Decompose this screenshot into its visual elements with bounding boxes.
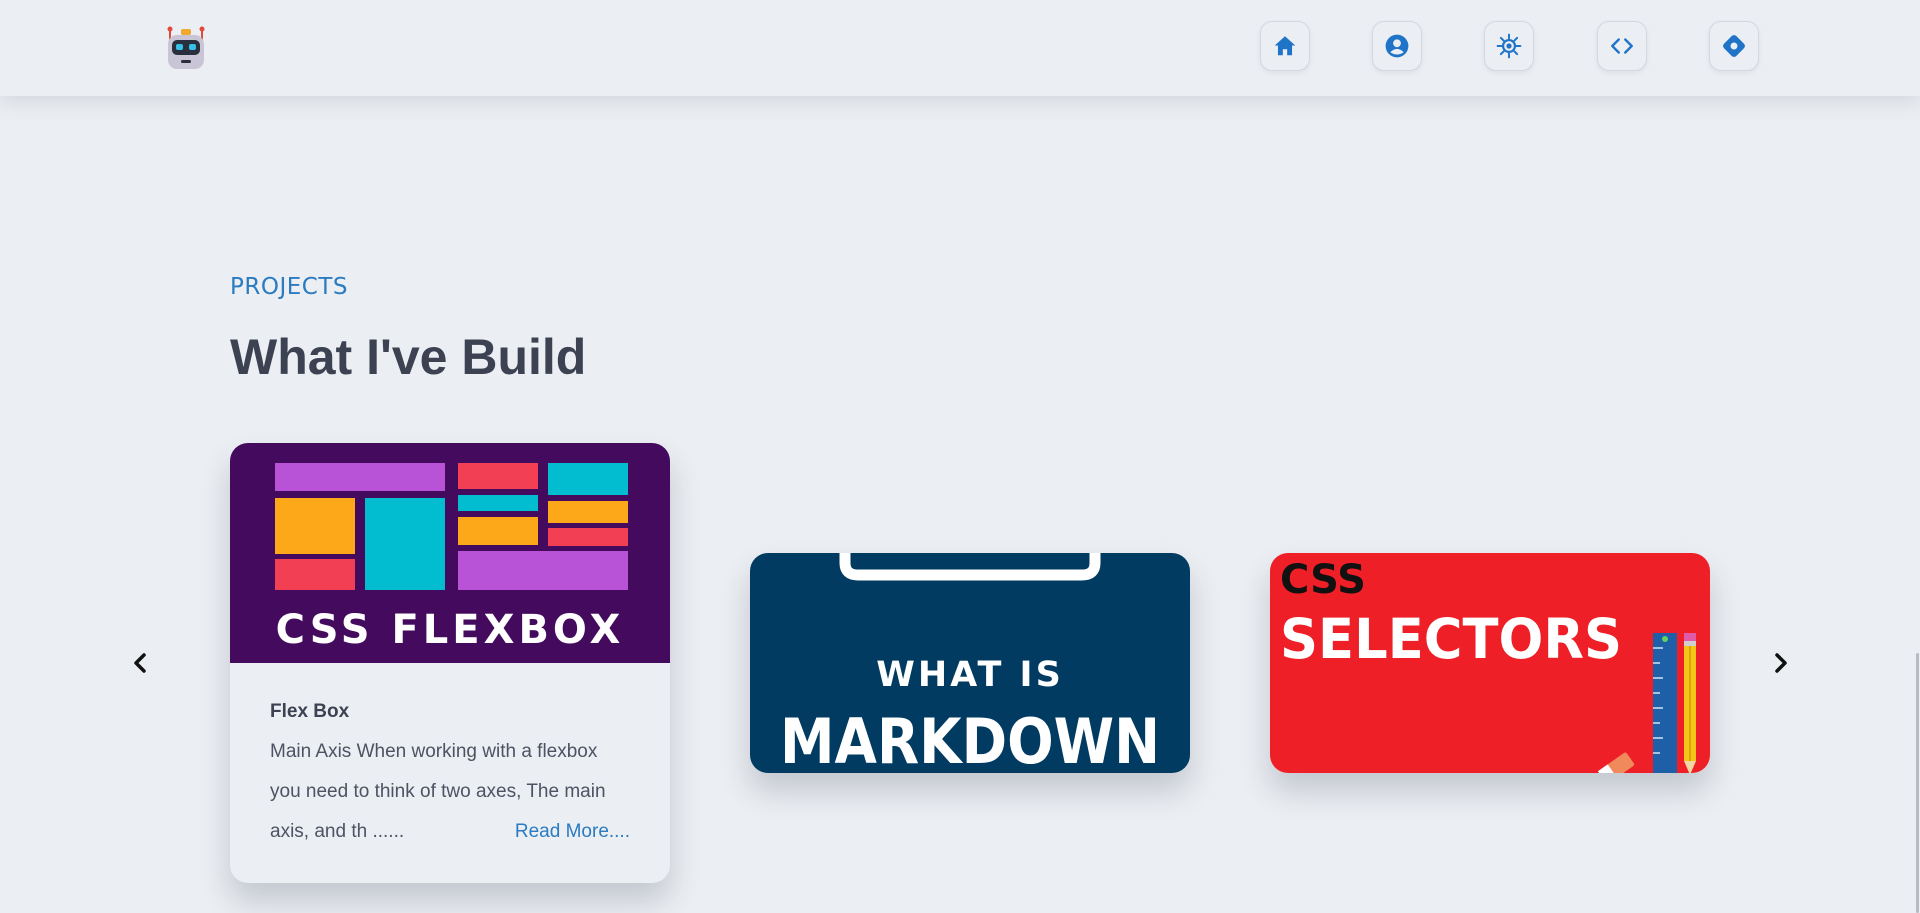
nav-contact-button[interactable] xyxy=(1709,21,1759,71)
flexbox-thumbnail: CSS FLEXBOX xyxy=(230,443,670,663)
robot-logo-icon[interactable] xyxy=(164,25,208,71)
code-icon xyxy=(1611,38,1633,54)
css-selectors-thumbnail-line1: CSS xyxy=(1280,557,1366,603)
user-icon xyxy=(1385,34,1409,58)
nav-home-button[interactable] xyxy=(1260,21,1310,71)
project-card-css-selectors[interactable]: CSS SELECTORS xyxy=(1270,553,1710,773)
nav-about-button[interactable] xyxy=(1372,21,1422,71)
carousel-next-button[interactable] xyxy=(1763,646,1797,680)
css-selectors-thumbnail-line2: SELECTORS xyxy=(1280,607,1622,671)
carousel-prev-button[interactable] xyxy=(124,646,158,680)
flexbox-thumbnail-text: CSS FLEXBOX xyxy=(276,607,625,653)
scrollbar-thumb[interactable] xyxy=(1916,653,1919,913)
read-more-link[interactable]: Read More.... xyxy=(506,812,630,852)
chevron-right-icon xyxy=(1775,653,1787,673)
css-selectors-thumbnail: CSS SELECTORS xyxy=(1270,553,1710,773)
top-navbar xyxy=(0,0,1920,96)
chevron-left-icon xyxy=(134,653,146,673)
markdown-thumbnail-line2: MARKDOWN xyxy=(780,705,1160,773)
section-label: PROJECTS xyxy=(230,274,348,300)
markdown-thumbnail-line1: WHAT IS xyxy=(876,655,1064,695)
card-title: Flex Box xyxy=(270,701,350,722)
project-card-markdown[interactable]: WHAT IS MARKDOWN xyxy=(750,553,1190,773)
gear-icon xyxy=(1496,33,1522,59)
section-title: What I've Build xyxy=(230,329,587,385)
home-icon xyxy=(1274,36,1296,56)
diamond-icon xyxy=(1723,35,1745,57)
nav-projects-button[interactable] xyxy=(1597,21,1647,71)
project-card-flexbox[interactable]: CSS FLEXBOX Flex Box Main Axis When work… xyxy=(230,443,670,883)
nav-skills-button[interactable] xyxy=(1484,21,1534,71)
markdown-thumbnail: WHAT IS MARKDOWN xyxy=(750,553,1190,773)
